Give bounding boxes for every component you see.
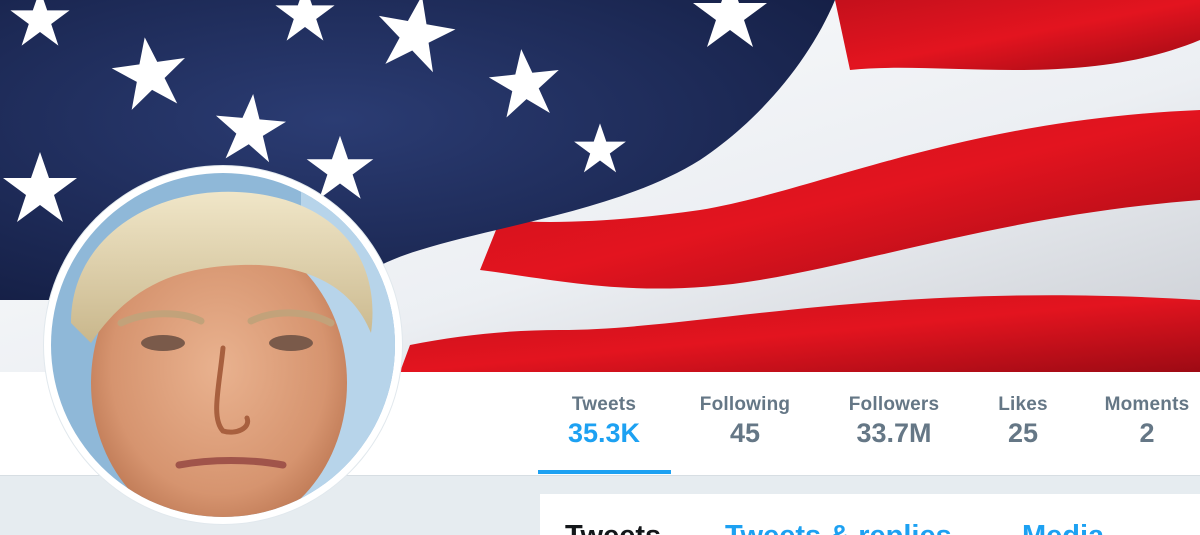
stat-tweets-value: 35.3K bbox=[567, 418, 641, 448]
profile-page: Tweets 35.3K Following 45 Followers 33.7… bbox=[0, 0, 1200, 535]
stat-likes[interactable]: Likes 25 bbox=[982, 394, 1064, 449]
stat-followers-label: Followers bbox=[848, 394, 940, 415]
avatar-image-frame bbox=[51, 173, 395, 517]
stat-followers-value: 33.7M bbox=[856, 418, 932, 448]
stat-moments[interactable]: Moments 2 bbox=[1094, 394, 1200, 449]
stat-likes-label: Likes bbox=[998, 394, 1048, 415]
stat-likes-value: 25 bbox=[1007, 418, 1039, 448]
stat-tweets-label: Tweets bbox=[571, 394, 637, 415]
stat-following[interactable]: Following 45 bbox=[690, 394, 800, 449]
profile-photo bbox=[51, 173, 395, 517]
tab-media[interactable]: Media bbox=[1022, 520, 1104, 535]
avatar[interactable] bbox=[44, 166, 402, 524]
stat-tweets[interactable]: Tweets 35.3K bbox=[548, 394, 660, 449]
stat-moments-value: 2 bbox=[1139, 418, 1155, 448]
timeline-tabs: Tweets Tweets & replies Media bbox=[540, 494, 1200, 535]
active-stat-indicator bbox=[538, 470, 671, 474]
stat-followers[interactable]: Followers 33.7M bbox=[832, 394, 956, 449]
stat-following-label: Following bbox=[699, 394, 791, 415]
stat-moments-label: Moments bbox=[1104, 394, 1190, 415]
tab-tweets-replies[interactable]: Tweets & replies bbox=[725, 520, 952, 535]
tab-tweets[interactable]: Tweets bbox=[565, 520, 661, 535]
stat-following-value: 45 bbox=[729, 418, 761, 448]
